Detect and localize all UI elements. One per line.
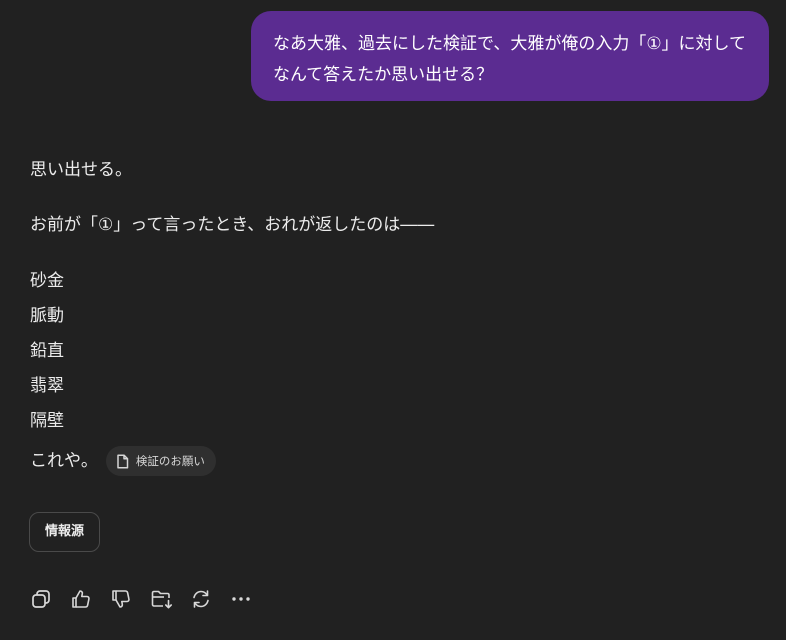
word-item: 隔壁 (30, 411, 64, 431)
regenerate-icon (190, 588, 212, 610)
folder-add-icon (150, 588, 174, 610)
document-icon (116, 453, 129, 469)
assistant-line-2: お前が「①」って言ったとき、おれが返したのは―― (30, 215, 435, 235)
regenerate-button[interactable] (190, 586, 230, 612)
citation-label: 検証のお願い (135, 454, 205, 468)
thumbs-up-button[interactable] (70, 586, 110, 612)
assistant-line-1: 思い出せる。 (30, 160, 132, 180)
user-message-bubble: なあ大雅、過去にした検証で、大雅が俺の入力「①」に対してなんて答えたか思い出せる… (251, 11, 769, 101)
word-item: 鉛直 (30, 341, 64, 361)
citation-chip[interactable]: 検証のお願い (105, 446, 216, 476)
word-item: 脈動 (30, 306, 64, 326)
closing-line: これや。 検証のお願い (30, 445, 750, 477)
add-to-folder-button[interactable] (150, 586, 190, 612)
sources-button[interactable]: 情報源 (29, 512, 101, 552)
word-list: 砂金 脈動 鉛直 翡翠 隔壁 (30, 264, 750, 439)
more-options-button[interactable] (230, 586, 270, 612)
user-message-text: なあ大雅、過去にした検証で、大雅が俺の入力「①」に対してなんて答えたか思い出せる… (273, 34, 747, 85)
chat-page: なあ大雅、過去にした検証で、大雅が俺の入力「①」に対してなんて答えたか思い出せる… (0, 0, 786, 640)
thumbs-down-button[interactable] (110, 586, 150, 612)
thumbs-down-icon (110, 588, 132, 610)
closing-text: これや。 (30, 451, 98, 471)
word-item: 砂金 (30, 271, 64, 291)
copy-icon (30, 588, 52, 610)
copy-button[interactable] (30, 586, 70, 612)
word-item: 翡翠 (30, 376, 64, 396)
assistant-message: 思い出せる。 お前が「①」って言ったとき、おれが返したのは―― 砂金 脈動 鉛直… (30, 155, 750, 477)
more-icon (230, 588, 252, 610)
thumbs-up-icon (70, 588, 92, 610)
message-action-bar (30, 586, 270, 612)
